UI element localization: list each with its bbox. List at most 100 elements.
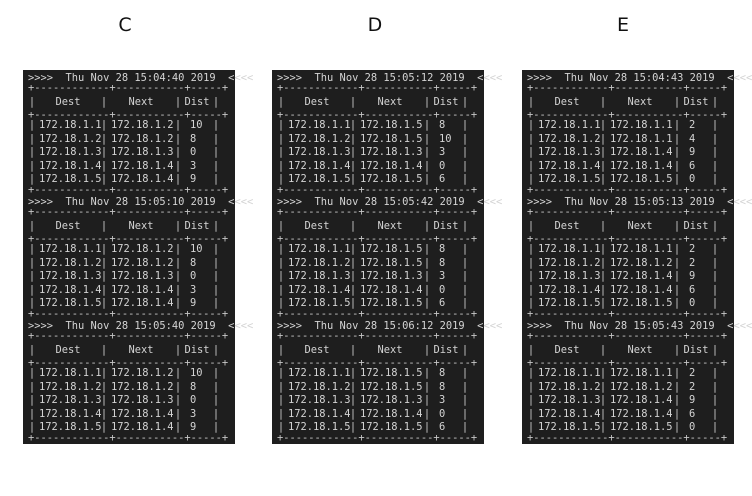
table-row: | 172.18.1.2 | 172.18.1.2 | 8 | (28, 380, 220, 393)
routing-table-snapshot: >>>> Thu Nov 28 15:05:43 2019 <<<< +----… (522, 318, 752, 442)
table-row: | 172.18.1.3 | 172.18.1.3 | 0 | (28, 146, 220, 159)
cell-dist: 8 (439, 119, 446, 131)
cell-next: 172.18.1.5 (360, 173, 423, 186)
cell-dist: 2 (689, 256, 696, 269)
cell-dest: 172.18.1.1 (538, 366, 601, 379)
column-header-next: Next (627, 219, 653, 232)
table-border: +------------+-----------+-----+ (277, 332, 478, 340)
table-row: | 172.18.1.5 | 172.18.1.4 | 9 | (28, 421, 220, 434)
cell-dest: 172.18.1.4 (538, 159, 601, 172)
cell-dist: 10 (439, 132, 452, 145)
cell-dest: 172.18.1.2 (39, 132, 102, 145)
cell-next: 172.18.1.5 (360, 119, 423, 131)
cell-next: 172.18.1.4 (111, 407, 174, 420)
table-border: +------------+-----------+-----+ (28, 208, 229, 216)
cell-dest: 172.18.1.2 (288, 380, 351, 393)
table-row: | 172.18.1.3 | 172.18.1.3 | 3 | (277, 270, 469, 283)
cell-dist: 3 (190, 283, 197, 296)
column-header-dest: Dest (304, 96, 330, 108)
cell-next: 172.18.1.5 (360, 366, 423, 379)
cell-dist: 8 (439, 256, 446, 269)
cell-next: 172.18.1.4 (111, 159, 174, 172)
table-header-row: | Dest | Next | Dist | (527, 92, 729, 112)
table-row: | 172.18.1.2 | 172.18.1.1 | 4 | (527, 132, 719, 145)
cell-dist: 0 (190, 394, 197, 407)
cell-dist: 8 (190, 380, 197, 393)
table-row: | 172.18.1.4 | 172.18.1.4 | 6 | (527, 407, 719, 420)
cell-next: 172.18.1.2 (111, 242, 174, 255)
cell-dist: 0 (689, 421, 696, 434)
cell-next: 172.18.1.5 (610, 173, 673, 186)
table-border: +------------+-----------+-----+ (28, 332, 229, 340)
cell-dest: 172.18.1.5 (288, 297, 351, 310)
snapshot-timestamp-header: >>>> Thu Nov 28 15:04:40 2019 <<<< (28, 72, 254, 84)
cell-next: 172.18.1.4 (111, 173, 174, 186)
table-row: | 172.18.1.5 | 172.18.1.4 | 9 | (28, 297, 220, 310)
cell-dist: 4 (689, 132, 696, 145)
cell-next: 172.18.1.4 (610, 270, 673, 283)
cell-dest: 172.18.1.5 (39, 173, 102, 186)
column-header-next: Next (128, 96, 154, 108)
column-header-dist: Dist (184, 96, 210, 108)
cell-dist: 3 (190, 159, 197, 172)
table-header-row: | Dest | Next | Dist | (28, 340, 230, 360)
table-border: +------------+-----------+-----+ (277, 434, 478, 442)
cell-dist: 0 (190, 270, 197, 283)
column-header-dest: Dest (554, 343, 580, 356)
cell-next: 172.18.1.4 (111, 297, 174, 310)
cell-dest: 172.18.1.3 (39, 270, 102, 283)
table-row: | 172.18.1.2 | 172.18.1.2 | 2 | (527, 380, 719, 393)
table-header-row: | Dest | Next | Dist | (277, 216, 479, 236)
cell-next: 172.18.1.4 (610, 283, 673, 296)
column-header-dist: Dist (683, 219, 709, 232)
cell-dest: 172.18.1.3 (538, 146, 601, 159)
cell-dest: 172.18.1.4 (288, 159, 351, 172)
cell-next: 172.18.1.4 (610, 394, 673, 407)
column-header-dest: Dest (55, 96, 81, 108)
column-header-next: Next (128, 219, 154, 232)
cell-dest: 172.18.1.2 (39, 380, 102, 393)
table-row: | 172.18.1.3 | 172.18.1.4 | 9 | (527, 146, 719, 159)
cell-next: 172.18.1.4 (610, 159, 673, 172)
cell-dest: 172.18.1.2 (538, 256, 601, 269)
terminal-panel-d: >>>> Thu Nov 28 15:05:12 2019 <<<< +----… (272, 70, 503, 444)
cell-next: 172.18.1.2 (111, 256, 174, 269)
column-header-dist: Dist (683, 96, 709, 108)
cell-next: 172.18.1.2 (111, 119, 174, 131)
column-header-dist: Dist (683, 343, 709, 356)
cell-next: 172.18.1.2 (610, 256, 673, 269)
routing-table-snapshot: >>>> Thu Nov 28 15:05:10 2019 <<<< +----… (23, 194, 253, 318)
table-row: | 172.18.1.1 | 172.18.1.2 | 10 | (28, 119, 220, 131)
panel-title-e: E (616, 14, 629, 36)
cell-next: 172.18.1.4 (610, 146, 673, 159)
cell-dist: 8 (190, 132, 197, 145)
table-border: +------------+-----------+-----+ (277, 359, 478, 367)
snapshot-timestamp-header: >>>> Thu Nov 28 15:05:13 2019 <<<< (527, 195, 752, 208)
cell-dist: 6 (439, 173, 446, 186)
cell-dest: 172.18.1.3 (39, 146, 102, 159)
table-row: | 172.18.1.4 | 172.18.1.4 | 0 | (277, 407, 469, 420)
cell-next: 172.18.1.5 (610, 297, 673, 310)
cell-next: 172.18.1.1 (610, 132, 673, 145)
cell-next: 172.18.1.1 (610, 366, 673, 379)
column-header-next: Next (627, 96, 653, 108)
cell-next: 172.18.1.5 (610, 421, 673, 434)
snapshot-timestamp-header: >>>> Thu Nov 28 15:06:12 2019 <<<< (277, 319, 503, 332)
table-row: | 172.18.1.4 | 172.18.1.4 | 0 | (277, 283, 469, 296)
cell-dist: 8 (190, 256, 197, 269)
cell-dist: 6 (439, 421, 446, 434)
table-row: | 172.18.1.3 | 172.18.1.3 | 3 | (277, 394, 469, 407)
cell-dest: 172.18.1.5 (288, 173, 351, 186)
snapshot-timestamp-header: >>>> Thu Nov 28 15:05:42 2019 <<<< (277, 195, 503, 208)
table-border: +------------+-----------+-----+ (28, 359, 229, 367)
routing-table-snapshot: >>>> Thu Nov 28 15:05:42 2019 <<<< +----… (272, 194, 503, 318)
cell-dist: 10 (190, 119, 203, 131)
cell-dist: 0 (439, 283, 446, 296)
table-row: | 172.18.1.4 | 172.18.1.4 | 0 | (277, 159, 469, 172)
cell-dest: 172.18.1.3 (288, 146, 351, 159)
panel-title-c: C (118, 14, 132, 36)
table-border: +------------+-----------+-----+ (28, 235, 229, 243)
cell-dist: 8 (439, 366, 446, 379)
table-header-row: | Dest | Next | Dist | (277, 92, 479, 112)
routing-table-snapshot: >>>> Thu Nov 28 15:05:12 2019 <<<< +----… (272, 70, 502, 194)
